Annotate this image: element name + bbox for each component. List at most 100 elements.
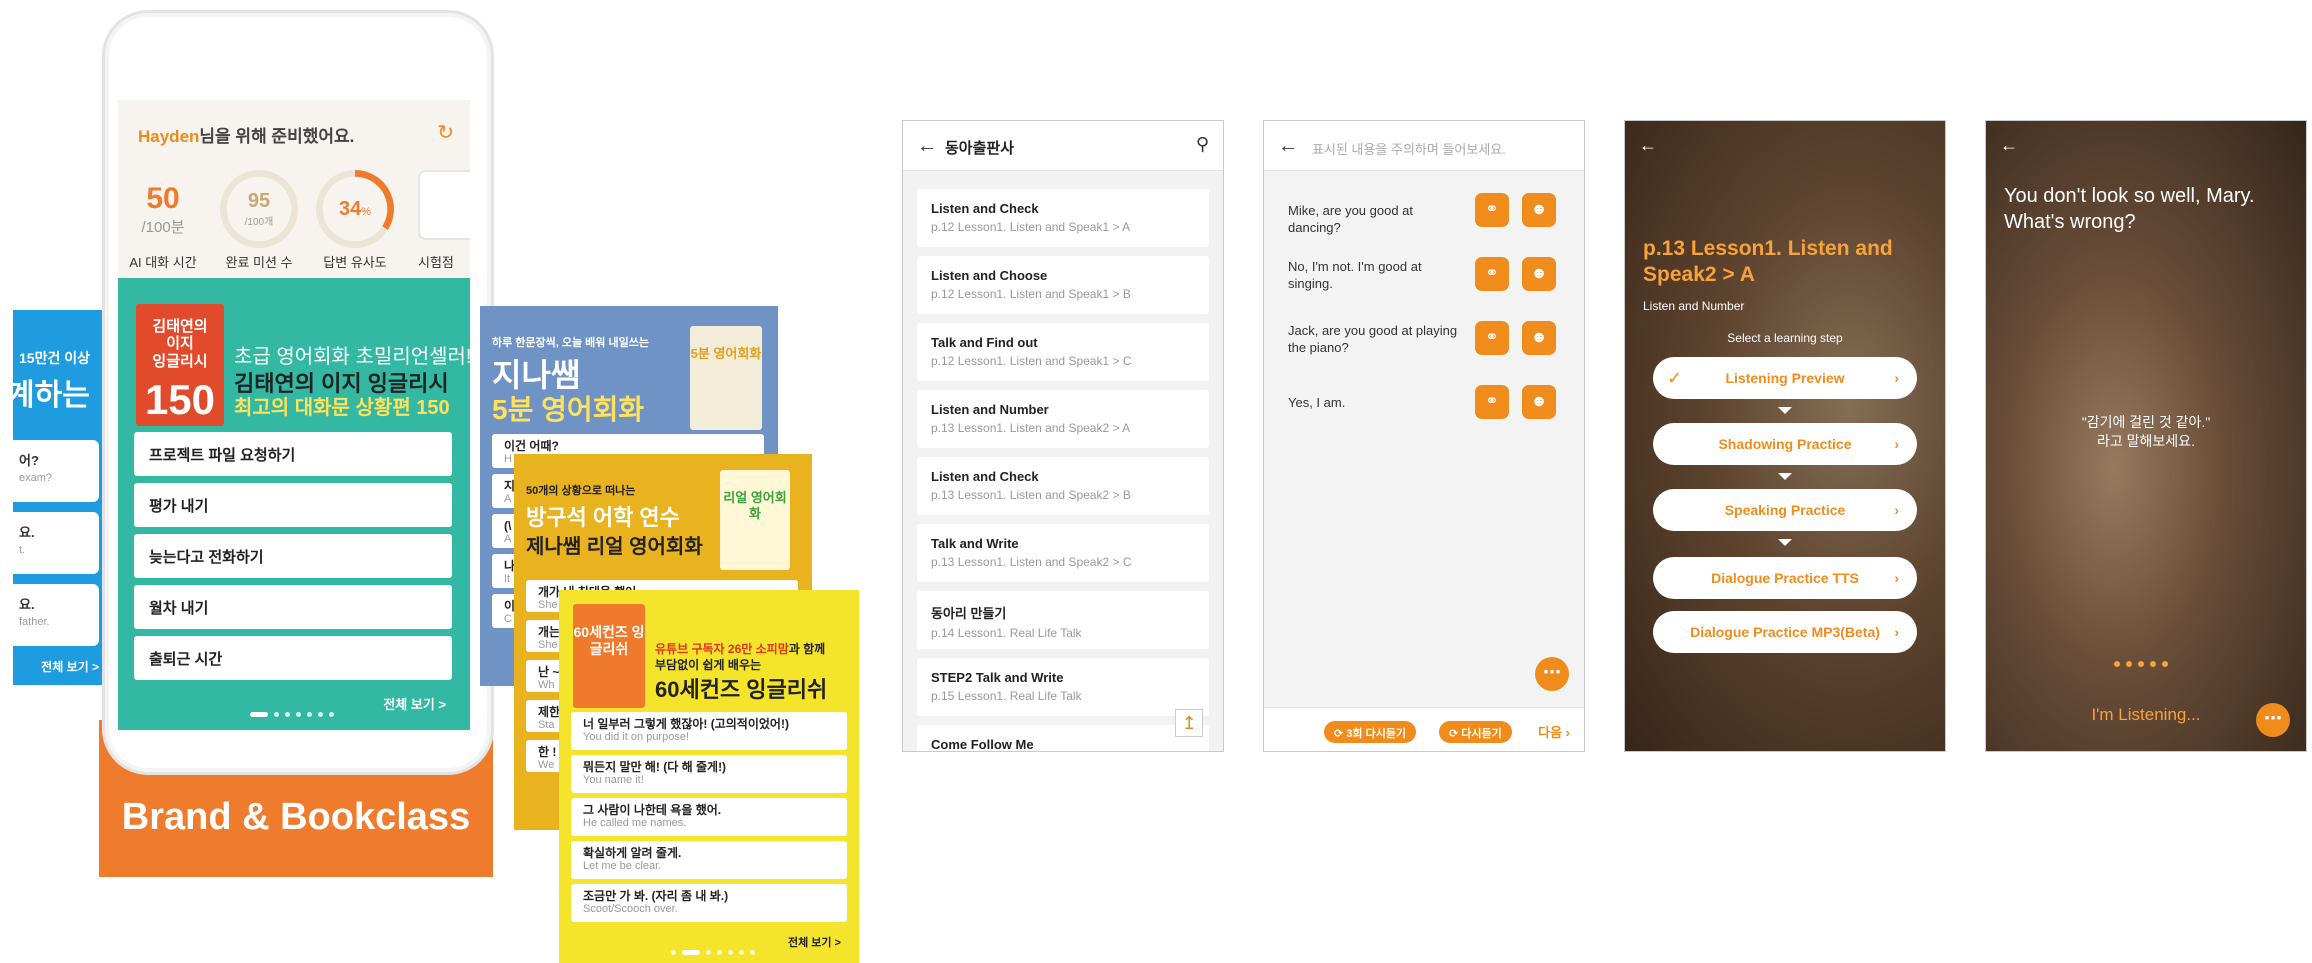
item-sub: Let me be clear. [583, 860, 662, 873]
lesson-sub: p.15 Lesson1. Real Life Talk [931, 689, 1082, 703]
lesson-item[interactable]: Talk and Write p.13 Lesson1. Listen and S… [917, 524, 1209, 582]
edge-card-blue[interactable]: 15만건 이상 계하는 어? exam? 요. t. 요. father. 전체 보기… [13, 310, 111, 685]
speaker-person-icon[interactable]: ☻ [1522, 321, 1556, 355]
course-card-easy-english[interactable]: 김태연의 이지 잉글리시 150 초급 영어회화 초밀리언셀러! 김태연의 이지… [118, 278, 471, 730]
item-title: 그 사람이 나한테 욕을 했어. [583, 803, 722, 817]
stat-label: AI 대화 시간 [129, 255, 197, 270]
scroll-top-icon[interactable]: ↥ [1175, 709, 1203, 737]
edge-card-item[interactable]: 요. t. [13, 512, 99, 574]
lesson-title: Listen and Number [931, 402, 1049, 417]
arrow-down-icon [1778, 407, 1792, 414]
course-item[interactable]: 프로젝트 파일 요청하기 [134, 432, 452, 476]
stat-number: 95 [247, 190, 271, 212]
edge-item-sub: exam? [19, 472, 53, 484]
course-more-link[interactable]: 전체 보기 > [383, 694, 446, 713]
book-cover: 리얼 영어회화 [720, 470, 790, 570]
carousel-dots[interactable] [250, 712, 334, 717]
screen-speaking: ← You don't look so well, Mary. What's w… [1985, 120, 2307, 752]
step-shadowing-practice[interactable]: Shadowing Practice › [1653, 423, 1917, 465]
lesson-item[interactable]: Come Follow Me [917, 725, 1209, 751]
lesson-item[interactable]: STEP2 Talk and Write p.15 Lesson1. Real L… [917, 658, 1209, 716]
edge-card-item[interactable]: 어? exam? [13, 440, 99, 502]
chevron-right-icon: › [1894, 570, 1899, 586]
lesson-item[interactable]: Talk and Find out p.12 Lesson1. Listen an… [917, 323, 1209, 381]
course-item[interactable]: 늦는다고 전화하기 [134, 534, 452, 578]
lesson-subtitle: Listen and Number [1643, 299, 1745, 313]
arrow-down-icon [1778, 539, 1792, 546]
listen-ear-icon[interactable]: ⚭ [1475, 257, 1509, 291]
item-title: 뭐든지 말만 해! (다 해 줄게!) [583, 760, 727, 774]
hint-line: 라고 말해보세요. [2097, 432, 2195, 449]
course-item[interactable]: 조금만 가 봐. (자리 좀 내 봐.) Scoot/Scooch over. [571, 884, 847, 922]
course-item[interactable]: 너 일부러 그렇게 했잖아! (고의적이었어!) You did it on pu… [571, 712, 847, 750]
edge-card-item[interactable]: 요. father. [13, 584, 99, 646]
item-title: 한 ! [538, 745, 557, 759]
step-speaking-practice[interactable]: Speaking Practice › [1653, 489, 1917, 531]
card-subtitle-rest: 과 함께 [788, 642, 826, 656]
app-header: ← 표시된 내용을 주의하며 들어보세요. [1264, 121, 1584, 171]
speaking-hint: "감기에 걸린 것 같아." 라고 말해보세요. [1986, 413, 2306, 451]
course-item[interactable]: 월차 내기 [134, 585, 452, 629]
search-icon[interactable]: ⚲ [1196, 134, 1209, 155]
next-button[interactable]: 다음 › [1538, 722, 1570, 741]
course-item[interactable]: 확실하게 알려 줄게. Let me be clear. [571, 841, 847, 879]
refresh-icon[interactable]: ↻ [437, 120, 454, 145]
lesson-item[interactable]: Listen and Number p.13 Lesson1. Listen an… [917, 390, 1209, 448]
dialogue-line: Yes, I am. [1288, 395, 1346, 410]
lesson-item[interactable]: 동아리 만들기 p.14 Lesson1. Real Life Talk [917, 591, 1209, 649]
book-line: 이지 [166, 335, 194, 353]
course-item[interactable]: 평가 내기 [134, 483, 452, 527]
lesson-sub: p.12 Lesson1. Listen and Speak1 > C [931, 354, 1132, 368]
back-arrow-icon[interactable]: ← [1278, 135, 1298, 158]
check-circle-icon: ✓ [1667, 368, 1683, 388]
replay-button[interactable]: ⟳ 다시듣기 [1439, 721, 1512, 743]
stat-exam: 시험점 [418, 170, 470, 270]
speaker-person-icon[interactable]: ☻ [1522, 193, 1556, 227]
lesson-title: Listen and Choose [931, 268, 1048, 283]
card-subtitle: 유튜브 구독자 26만 소피맘과 함께 [655, 640, 825, 657]
listen-ear-icon[interactable]: ⚭ [1475, 385, 1509, 419]
lesson-title: Talk and Find out [931, 335, 1038, 350]
screen-lesson-list: ← 동아출판사 ⚲ Listen and Check p.12 Lesson1. … [902, 120, 1224, 752]
edge-item-title: 요. [19, 597, 35, 612]
card-title: 60세컨즈 잉글리쉬 [655, 677, 828, 702]
carousel-dots[interactable] [671, 950, 755, 955]
listen-ear-icon[interactable]: ⚭ [1475, 321, 1509, 355]
lesson-item[interactable]: Listen and Choose p.12 Lesson1. Listen an… [917, 256, 1209, 314]
step-listening-preview[interactable]: ✓ Listening Preview › [1653, 357, 1917, 399]
chevron-right-icon: › [1894, 502, 1899, 518]
speaker-person-icon[interactable]: ☻ [1522, 385, 1556, 419]
edge-item-title: 어? [19, 453, 39, 468]
stat-similarity: 34% 답변 유사도 [310, 170, 400, 270]
lesson-item[interactable]: Listen and Check p.12 Lesson1. Listen and… [917, 189, 1209, 247]
lesson-sub: p.12 Lesson1. Listen and Speak1 > B [931, 287, 1131, 301]
footer-bar: ⟳ 3회 다시듣기 ⟳ 다시듣기 다음 › [1264, 707, 1584, 751]
back-arrow-icon[interactable]: ← [917, 135, 937, 158]
more-options-icon[interactable]: ⋯ [2256, 703, 2290, 737]
page-title: 동아출판사 [945, 140, 1015, 157]
edge-card-more-link[interactable]: 전체 보기 > [41, 658, 99, 675]
stat-number: 34 [338, 197, 362, 220]
replay-label: 다시듣기 [1461, 728, 1502, 740]
course-item[interactable]: 그 사람이 나한테 욕을 했어. He called me names. [571, 798, 847, 836]
course-item[interactable]: 뭐든지 말만 해! (다 해 줄게!) You name it! [571, 755, 847, 793]
card-more-link[interactable]: 전체 보기 > [788, 934, 841, 950]
step-dialogue-mp3[interactable]: Dialogue Practice MP3(Beta) › [1653, 611, 1917, 653]
edge-item-title: 요. [19, 525, 35, 540]
back-arrow-icon[interactable]: ← [2000, 135, 2018, 156]
speaker-person-icon[interactable]: ☻ [1522, 257, 1556, 291]
stat-sub: /100개 [244, 217, 274, 228]
back-arrow-icon[interactable]: ← [1639, 135, 1657, 156]
listen-ear-icon[interactable]: ⚭ [1475, 193, 1509, 227]
replay-3x-button[interactable]: ⟳ 3회 다시듣기 [1324, 721, 1417, 743]
course-card-60-seconds[interactable]: 60세컨즈 잉글리쉬 유튜브 구독자 26만 소피맘과 함께 부담없이 쉽게 배… [559, 590, 859, 963]
user-name: Hayden [138, 127, 200, 146]
more-options-icon[interactable]: ⋯ [1535, 657, 1569, 691]
course-item[interactable]: 출퇴근 시간 [134, 636, 452, 680]
step-dialogue-tts[interactable]: Dialogue Practice TTS › [1653, 557, 1917, 599]
chevron-right-icon: › [1894, 436, 1899, 452]
item-title: 너 일부러 그렇게 했잖아! (고의적이었어!) [583, 717, 789, 731]
lesson-item[interactable]: Listen and Check p.13 Lesson1. Listen and… [917, 457, 1209, 515]
stat-label: 완료 미션 수 [225, 255, 293, 270]
replay-icon: ⟳ [1449, 728, 1462, 740]
